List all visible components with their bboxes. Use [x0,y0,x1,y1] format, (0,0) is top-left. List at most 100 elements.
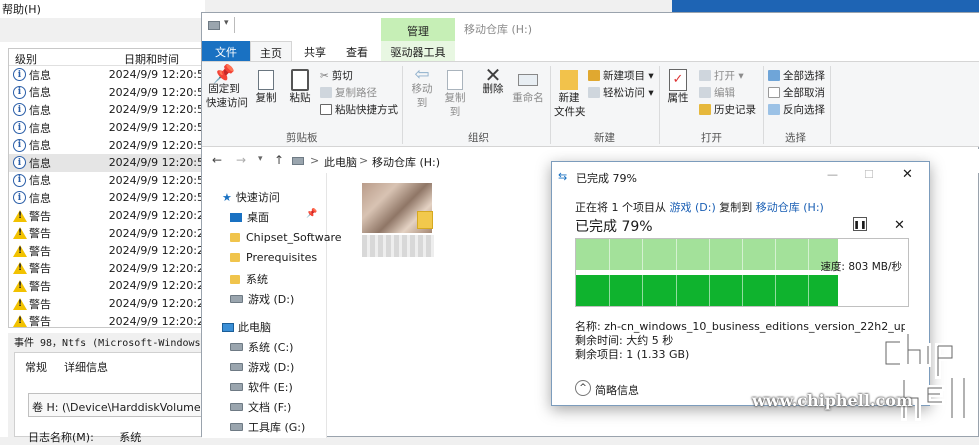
level-cell: i 信息 [9,172,104,188]
breadcrumb-drive[interactable]: 移动仓库 (H:) [372,154,440,170]
delete-icon: ✕ [484,63,502,87]
level-text: 警告 [29,209,51,223]
cut-button[interactable]: ✂ 剪切 [320,68,353,83]
warning-icon [13,279,27,292]
nav-item[interactable]: ★ 快速访问 [222,189,280,205]
level-text: 信息 [29,121,51,135]
less-info-button[interactable]: 简略信息 [595,382,639,398]
table-row[interactable]: 警告 2024/9/9 12:20:2 [9,207,204,225]
source-link[interactable]: 游戏 (D:) [670,201,716,214]
group-select-label: 选择 [785,132,806,144]
graph-lower-fill [576,275,839,306]
table-row[interactable]: i 信息 2024/9/9 12:20:5 [9,84,204,102]
warning-icon [13,262,27,275]
copy-path-button[interactable]: 复制路径 [320,85,377,100]
table-row[interactable]: i 信息 2024/9/9 12:20:5 [9,172,204,190]
table-row[interactable]: 警告 2024/9/9 12:20:2 [9,277,204,295]
paste-button[interactable]: 粘贴 [286,68,314,105]
forward-icon[interactable]: → [236,153,246,167]
copy-to-icon [447,70,463,90]
table-row[interactable]: 警告 2024/9/9 12:20:2 [9,312,204,327]
col-level[interactable]: 级别 [9,49,118,66]
drive-icon [230,343,243,351]
tab-details[interactable]: 详细信息 [64,359,108,375]
chevron-down-icon[interactable]: ▾ [258,154,263,164]
col-time[interactable]: 日期和时间 [118,49,179,66]
rename-button[interactable]: 重命名 [512,68,544,105]
table-row[interactable]: i 信息 2024/9/9 12:20:5 [9,189,204,207]
level-cell: 警告 [9,278,104,294]
menu-help[interactable]: 帮助(H) [0,0,205,18]
cancel-icon[interactable]: ✕ [894,218,905,233]
tab-drive-tools[interactable]: 驱动器工具 [381,41,455,61]
pin-button[interactable]: 📌 固定到 快速访问 [206,66,248,110]
move-to-button[interactable]: ⇦ 移动到 [407,66,437,110]
nav-item[interactable]: 软件 (E:) [230,379,293,395]
table-row[interactable]: i 信息 2024/9/9 12:20:5 [9,101,204,119]
table-row[interactable]: 警告 2024/9/9 12:20:2 [9,295,204,313]
event-description: 卷 H: (\Device\HarddiskVolume14) [28,393,205,417]
invert-selection-button[interactable]: 反向选择 [768,102,825,117]
file-name-blurred [362,235,434,257]
nav-item[interactable]: 游戏 (D:) [230,359,294,375]
copy-to-button[interactable]: 复制到 [440,68,470,119]
back-icon[interactable]: ← [212,153,222,167]
minimize-icon[interactable]: — [827,168,838,181]
new-item-button[interactable]: 新建项目 ▾ [588,68,654,83]
pc-icon [222,322,234,332]
manage-tab[interactable]: 管理 [381,18,455,41]
dest-link[interactable]: 移动仓库 (H:) [756,201,824,214]
table-row[interactable]: 警告 2024/9/9 12:20:2 [9,260,204,278]
open-button[interactable]: 打开 ▾ [699,68,744,83]
log-label: 日志名称(M): [28,431,94,444]
properties-button[interactable]: ✓ 属性 [664,68,692,105]
breadcrumb-pc[interactable]: 此电脑 [324,154,357,170]
copy-button[interactable]: 复制 [252,68,280,105]
table-row[interactable]: i 信息 2024/9/9 12:20:5 [9,119,204,137]
copy-path-icon [320,87,332,98]
folder-icon [230,253,240,262]
progress-label: 已完成 79% [575,219,653,235]
desktop-icon [230,212,242,222]
nav-item[interactable]: Prerequisites [230,251,317,264]
table-row[interactable]: i 信息 2024/9/9 12:20:5 [9,136,204,154]
chevron-down-icon[interactable]: ▾ [224,18,229,28]
table-row[interactable]: i 信息 2024/9/9 12:20:5 [9,153,204,172]
nav-item[interactable]: 文档 (F:) [230,399,291,415]
nav-item[interactable]: 此电脑 [222,319,271,335]
tab-home[interactable]: 主页 [250,41,292,61]
time-cell: 2024/9/9 12:20:2 [108,226,204,240]
info-icon: i [13,191,26,205]
level-cell: i 信息 [9,67,104,83]
select-all-button[interactable]: 全部选择 [768,68,825,83]
up-icon[interactable]: ↑ [274,153,284,167]
delete-button[interactable]: ✕ 删除 [480,63,506,96]
table-row[interactable]: i 信息 2024/9/9 12:20:5 [9,66,204,84]
nav-item[interactable]: 系统 (C:) [230,339,293,355]
nav-item[interactable]: 系统 [230,271,268,287]
tab-share[interactable]: 共享 [294,41,336,61]
tab-general[interactable]: 常规 [25,359,47,375]
nav-item[interactable]: 桌面 [230,209,269,225]
tab-file[interactable]: 文件 [202,41,250,61]
easy-access-button[interactable]: 轻松访问 ▾ [588,85,654,100]
select-none-button[interactable]: 全部取消 [768,85,825,100]
nav-label: 系统 [246,273,268,286]
nav-item[interactable]: 工具库 (G:) [230,419,305,435]
nav-item[interactable]: Chipset_Software [230,231,342,244]
pin-icon[interactable]: 📌 [306,209,317,219]
pause-button[interactable]: ❚❚ [853,217,867,231]
history-button[interactable]: 历史记录 [699,102,756,117]
new-folder-button[interactable]: 新建 文件夹 [554,68,586,119]
table-row[interactable]: 警告 2024/9/9 12:20:2 [9,224,204,242]
edit-button[interactable]: 编辑 [699,85,735,100]
select-all-icon [768,70,780,81]
collapse-icon[interactable]: ^ [575,380,591,396]
paste-shortcut-button[interactable]: 粘贴快捷方式 [320,102,398,117]
rename-icon [518,74,538,86]
table-row[interactable]: 警告 2024/9/9 12:20:2 [9,242,204,260]
nav-item[interactable]: 游戏 (D:) [230,291,294,307]
tab-view[interactable]: 查看 [336,41,378,61]
close-icon[interactable]: ✕ [902,167,913,182]
drive-icon[interactable] [208,21,220,30]
